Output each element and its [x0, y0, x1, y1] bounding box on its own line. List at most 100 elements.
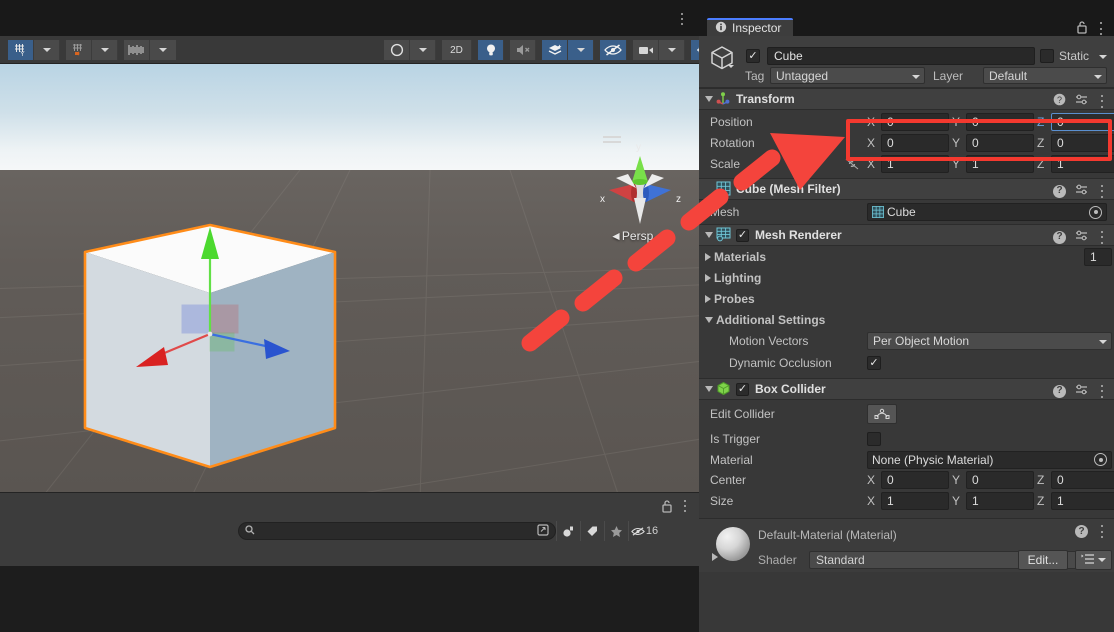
lock-icon[interactable]	[661, 499, 673, 513]
component-header-transform[interactable]: Transform ?	[699, 88, 1114, 110]
component-header-mesh-renderer[interactable]: ✓ Mesh Renderer ?	[699, 224, 1114, 246]
checkmark-icon: ✓	[737, 382, 748, 395]
hidden-objects-count[interactable]: 16	[628, 521, 660, 541]
grid-size-dropdown[interactable]	[150, 40, 176, 60]
grid-size-control-icon[interactable]	[124, 40, 150, 60]
probes-foldout-icon[interactable]	[705, 294, 711, 303]
chevron-down-icon	[100, 48, 109, 52]
hidden-objects-icon[interactable]	[600, 40, 627, 60]
favorites-star-icon[interactable]	[604, 521, 628, 541]
preset-icon[interactable]	[1075, 183, 1088, 199]
physic-material-field[interactable]: None (Physic Material)	[867, 450, 1112, 469]
preset-icon[interactable]	[1075, 93, 1088, 109]
mesh-renderer-enabled-checkbox[interactable]: ✓	[736, 228, 749, 242]
center-z-field[interactable]	[1051, 471, 1114, 489]
scene-toolbar-right-group: 2D	[384, 40, 743, 60]
scene-viewport[interactable]: y x z ◄Persp	[0, 64, 699, 492]
materials-count-field[interactable]: 1	[1084, 247, 1112, 266]
preset-icon[interactable]	[1075, 383, 1088, 399]
center-x-field[interactable]	[881, 471, 949, 489]
edit-shader-label: Edit...	[1027, 553, 1059, 567]
scene-toolbar-left-group: Y	[8, 40, 176, 60]
inspector-overflow-menu-icon[interactable]	[1096, 22, 1106, 35]
dynamic-occlusion-checkbox[interactable]: ✓	[867, 356, 881, 370]
lighting-row[interactable]: Lighting	[699, 267, 1114, 288]
perspective-label[interactable]: ◄Persp	[610, 229, 653, 243]
object-picker-icon[interactable]	[1089, 205, 1102, 219]
material-preset-button[interactable]	[1075, 550, 1112, 570]
scene-camera-dropdown[interactable]	[659, 40, 685, 60]
motion-vectors-label: Motion Vectors	[729, 334, 809, 348]
material-context-menu-icon[interactable]	[1097, 525, 1107, 538]
size-x-field[interactable]	[881, 492, 949, 510]
mesh-renderer-foldout-icon[interactable]	[705, 232, 713, 238]
project-overflow-menu-icon[interactable]	[679, 499, 691, 513]
help-icon[interactable]: ?	[1075, 525, 1088, 538]
lighting-foldout-icon[interactable]	[705, 273, 711, 282]
edit-collider-button[interactable]	[867, 404, 897, 424]
transform-icon	[716, 91, 732, 107]
tab-inspector[interactable]: Inspector	[707, 18, 794, 36]
help-icon[interactable]: ?	[1053, 93, 1066, 109]
gameobject-name-field[interactable]	[767, 47, 1035, 65]
tag-dropdown[interactable]: Untagged	[770, 67, 925, 84]
audio-mute-icon[interactable]	[510, 40, 536, 60]
scene-overflow-menu-icon[interactable]	[675, 11, 689, 27]
scene-fx-icon[interactable]	[542, 40, 568, 60]
box-collider-enabled-checkbox[interactable]: ✓	[736, 382, 749, 396]
center-y-field[interactable]	[966, 471, 1034, 489]
material-foldout-icon[interactable]	[712, 553, 718, 561]
toggle-2d-view[interactable]: 2D	[442, 40, 472, 60]
component-header-mesh-filter[interactable]: Cube (Mesh Filter) ?	[699, 178, 1114, 200]
size-z-field[interactable]	[1051, 492, 1114, 510]
mesh-renderer-context-menu-icon[interactable]	[1097, 230, 1107, 244]
additional-settings-foldout-icon[interactable]	[705, 316, 713, 323]
search-box[interactable]	[238, 522, 556, 540]
cube-object[interactable]	[78, 219, 342, 492]
size-y-field[interactable]	[966, 492, 1034, 510]
box-collider-foldout-icon[interactable]	[705, 386, 713, 392]
pivot-rotation-toggle-icon[interactable]: Y	[8, 40, 34, 60]
layer-dropdown[interactable]: Default	[983, 67, 1107, 84]
edit-shader-button[interactable]: Edit...	[1018, 550, 1068, 570]
lock-icon[interactable]	[1076, 20, 1088, 37]
grid-snapping-dropdown[interactable]	[92, 40, 118, 60]
static-dropdown-chevron-icon[interactable]	[1099, 55, 1107, 59]
pivot-rotation-dropdown[interactable]	[34, 40, 60, 60]
grid-snapping-toggle-icon[interactable]	[66, 40, 92, 60]
search-input[interactable]	[259, 525, 537, 537]
draw-mode-icon[interactable]	[384, 40, 410, 60]
gameobject-enabled-checkbox[interactable]: ✓	[746, 49, 760, 63]
filter-by-label-icon[interactable]	[580, 521, 604, 541]
scene-camera-icon[interactable]	[633, 40, 659, 60]
materials-foldout-icon[interactable]	[705, 252, 711, 261]
mesh-object-field[interactable]: Cube	[867, 203, 1107, 221]
component-header-box-collider[interactable]: ✓ Box Collider ?	[699, 378, 1114, 400]
inspector-panel: Inspector ✓ Cube Static Tag Untagged Lay…	[699, 0, 1114, 632]
gizmo-z-label: z	[676, 194, 681, 205]
move-gizmo[interactable]	[78, 219, 342, 492]
materials-row[interactable]: Materials 1	[699, 246, 1114, 267]
draw-mode-dropdown[interactable]	[410, 40, 436, 60]
box-collider-context-menu-icon[interactable]	[1097, 384, 1107, 398]
motion-vectors-dropdown[interactable]: Per Object Motion	[867, 332, 1112, 350]
mesh-filter-context-menu-icon[interactable]	[1097, 184, 1107, 198]
save-search-icon[interactable]	[537, 523, 549, 539]
help-icon[interactable]: ?	[1053, 230, 1066, 244]
scene-lighting-icon[interactable]	[478, 40, 504, 60]
rotation-label: Rotation	[710, 136, 755, 150]
help-icon[interactable]: ?	[1053, 384, 1066, 398]
filter-by-type-icon[interactable]	[556, 521, 580, 541]
preset-icon[interactable]	[1075, 229, 1088, 245]
transform-foldout-icon[interactable]	[705, 96, 713, 102]
additional-settings-row[interactable]: Additional Settings	[699, 309, 1114, 330]
help-icon[interactable]: ?	[1053, 184, 1066, 198]
info-icon	[715, 21, 727, 36]
transform-context-menu-icon[interactable]	[1097, 94, 1107, 108]
object-picker-icon[interactable]	[1094, 453, 1107, 466]
scene-view-gizmo[interactable]: y x z	[590, 134, 690, 229]
scene-fx-dropdown[interactable]	[568, 40, 594, 60]
probes-row[interactable]: Probes	[699, 288, 1114, 309]
is-trigger-checkbox[interactable]	[867, 431, 881, 446]
static-checkbox[interactable]	[1040, 49, 1054, 63]
